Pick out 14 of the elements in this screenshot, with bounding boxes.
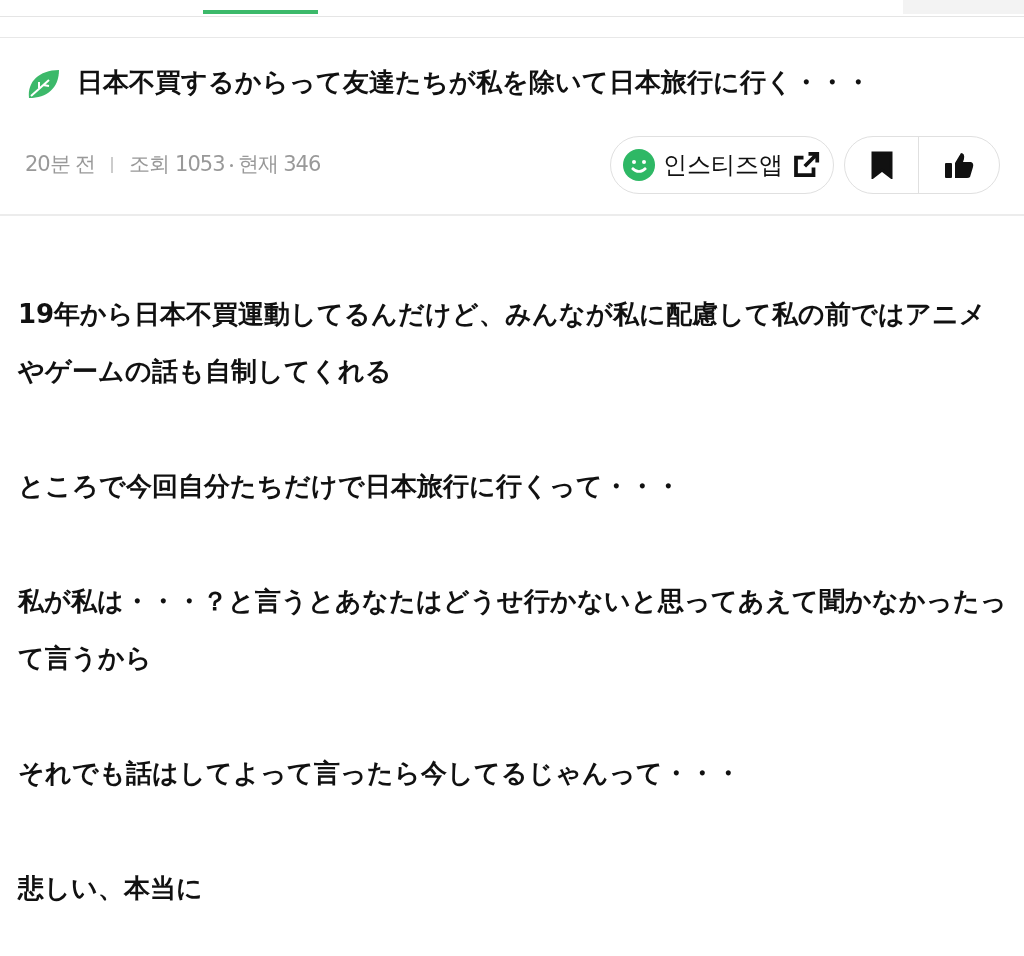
body-paragraph: 私が私は・・・？と言うとあなたはどうせ行かないと思ってあえて聞かなかったって言うから: [18, 585, 1008, 675]
body-paragraph: 悲しい、本当に: [18, 872, 204, 905]
view-count: 조회 1053: [129, 151, 225, 179]
thumbs-up-icon: [943, 150, 975, 180]
body-paragraph: ところで今回自分たちだけで日本旅行に行くって・・・: [18, 470, 682, 503]
external-link-icon: [791, 150, 821, 180]
smiley-icon: [623, 149, 655, 181]
app-link-button[interactable]: 인스티즈앱: [610, 136, 834, 194]
post-title: 日本不買するからって友達たちが私を除いて日本旅行に行く・・・: [77, 66, 871, 99]
bookmark-icon: [870, 151, 893, 179]
post-time: 20분 전: [25, 151, 96, 179]
current-viewers: 현재 346: [237, 151, 321, 179]
body-paragraph: それでも話はしてよって言ったら今してるじゃんって・・・: [18, 757, 742, 790]
body-paragraph: 19年から日本不買運動してるんだけど、みんなが私に配慮して私の前ではアニメやゲームの話も自制してくれる: [18, 298, 988, 388]
